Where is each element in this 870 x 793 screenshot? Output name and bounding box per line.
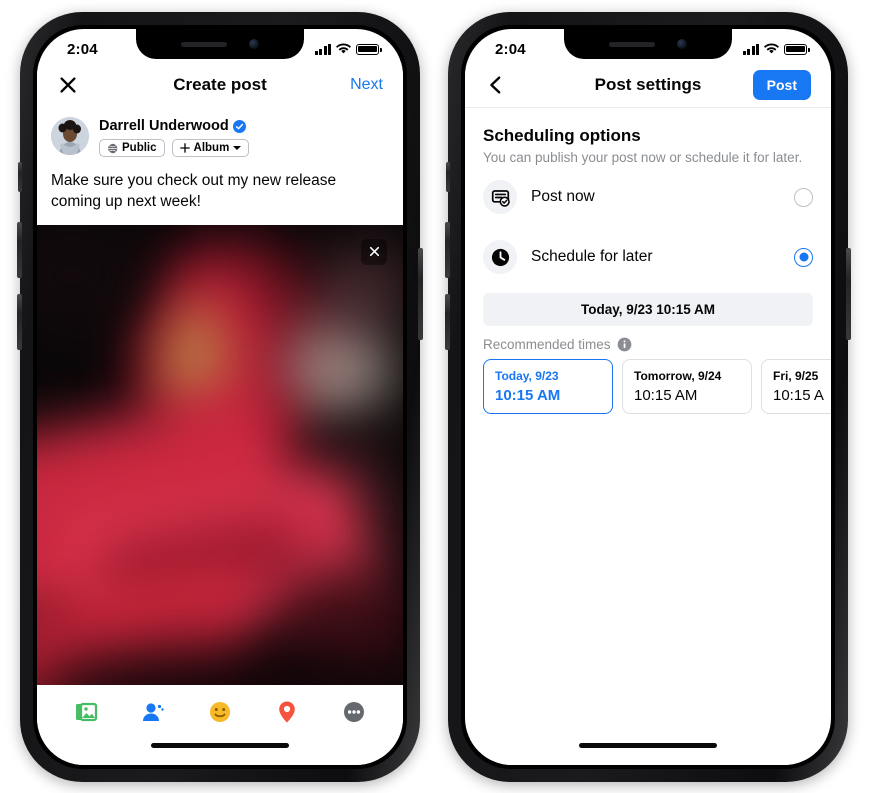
volume-down-button[interactable] [17,294,22,350]
screen-post-settings: 2:04 Post settings Post Scheduling optio… [465,29,831,765]
recommended-times-list[interactable]: Today, 9/23 10:15 AM Tomorrow, 9/24 10:1… [483,359,831,415]
phone-device-left: 2:04 Create post Next Darrell Underwood … [17,12,423,782]
phone-bezel-right: 2:04 Post settings Post Scheduling optio… [461,25,835,769]
wifi-icon [764,43,779,54]
nav-bar-post-settings: Post settings Post [465,63,831,107]
option-label: Post now [531,188,595,206]
avatar-image [51,117,89,155]
recommended-time-time: 10:15 A [773,387,824,405]
power-button[interactable] [418,248,423,340]
back-chevron-icon [490,76,501,94]
cellular-signal-icon [314,43,331,55]
audience-chip[interactable]: Public [99,139,165,157]
section-title: Scheduling options [483,126,641,145]
audience-chip-label: Public [122,142,157,154]
option-label: Schedule for later [531,248,653,266]
author-name: Darrell Underwood [99,118,229,134]
phone-device-right: 2:04 Post settings Post Scheduling optio… [445,12,851,782]
front-camera-icon [677,39,687,49]
photo-video-icon[interactable] [72,698,100,726]
clock-icon [483,240,517,275]
info-icon[interactable] [617,337,632,352]
radio-post-now[interactable] [794,187,813,207]
recommended-time-card[interactable]: Today, 9/23 10:15 AM [483,359,613,415]
recommended-time-card[interactable]: Fri, 9/25 10:15 A [761,359,831,415]
composer: Darrell Underwood Public Album Make sure… [37,107,403,225]
plus-icon [179,143,190,153]
home-indicator[interactable] [579,743,717,748]
check-in-icon[interactable] [273,698,301,726]
post-text[interactable]: Make sure you check out my new release c… [51,170,389,225]
earpiece-speaker [609,41,655,47]
back-button[interactable] [485,74,507,96]
recommended-time-card[interactable]: Tomorrow, 9/24 10:15 AM [622,359,752,415]
notch [564,29,732,59]
battery-icon [356,43,382,55]
recommended-time-time: 10:15 AM [495,387,561,405]
tag-people-icon[interactable] [139,698,167,726]
close-icon [60,77,76,93]
battery-icon [784,43,810,55]
composer-toolbar [37,685,403,739]
option-post-now[interactable]: Post now [483,167,813,227]
volume-up-button[interactable] [17,222,22,278]
album-chip[interactable]: Album [171,139,250,157]
verified-badge-icon [232,119,246,133]
scheduling-options-panel: Scheduling options You can publish your … [465,108,831,739]
section-subtitle: You can publish your post now or schedul… [483,150,803,165]
more-options-icon[interactable] [340,698,368,726]
status-time: 2:04 [495,40,526,58]
next-button[interactable]: Next [350,76,383,93]
screen-create-post: 2:04 Create post Next Darrell Underwood … [37,29,403,765]
recommended-time-day: Tomorrow, 9/24 [634,369,722,384]
chevron-down-icon [233,146,242,150]
close-post-button[interactable] [57,74,79,96]
album-chip-label: Album [193,142,230,154]
power-button[interactable] [846,248,851,340]
volume-up-button[interactable] [445,222,450,278]
avatar[interactable] [51,117,89,155]
status-time: 2:04 [67,40,98,58]
radio-schedule-for-later[interactable] [794,247,813,267]
recommended-time-day: Fri, 9/25 [773,369,819,384]
silent-switch[interactable] [446,162,450,192]
wifi-icon [336,43,351,54]
earpiece-speaker [181,41,227,47]
post-now-icon [483,180,517,215]
close-icon [369,247,379,257]
nav-bar-create-post: Create post Next [37,63,403,107]
recommended-times-header: Recommended times [483,337,813,352]
silent-switch[interactable] [18,162,22,192]
home-indicator-area-left [37,739,403,765]
recommended-time-day: Today, 9/23 [495,369,559,384]
volume-down-button[interactable] [445,294,450,350]
recommended-times-label: Recommended times [483,337,611,353]
cellular-signal-icon [742,43,759,55]
scheduled-datetime-field[interactable]: Today, 9/23 10:15 AM [483,293,813,327]
home-indicator-area-right [465,739,831,765]
media-preview[interactable] [37,224,403,685]
phone-bezel-left: 2:04 Create post Next Darrell Underwood … [33,25,407,769]
media-photo [37,224,403,685]
globe-icon [107,142,118,154]
front-camera-icon [249,39,259,49]
option-schedule-for-later[interactable]: Schedule for later [483,227,813,287]
feeling-activity-icon[interactable] [206,698,234,726]
remove-media-button[interactable] [361,238,387,265]
notch [136,29,304,59]
home-indicator[interactable] [151,743,289,748]
page-title: Create post [173,75,267,94]
recommended-time-time: 10:15 AM [634,387,698,405]
post-button[interactable]: Post [752,70,811,100]
